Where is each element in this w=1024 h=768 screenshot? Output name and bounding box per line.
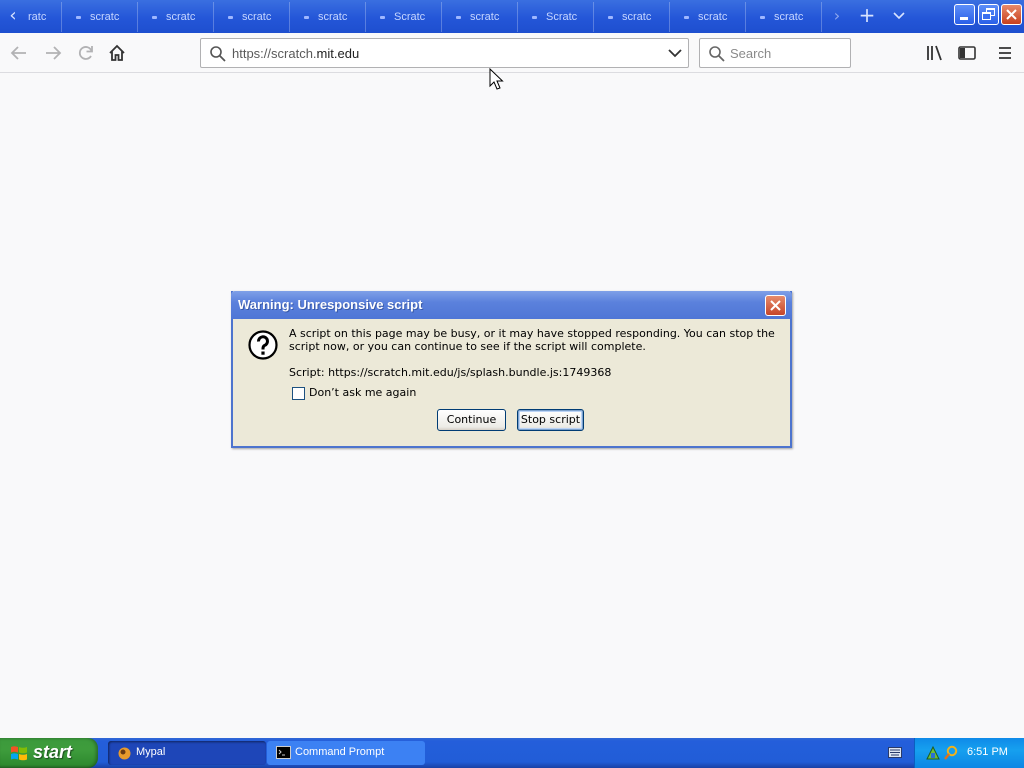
search-icon — [210, 46, 226, 62]
start-label: start — [33, 742, 73, 762]
close-icon — [1006, 9, 1017, 20]
dialog-message: A script on this page may be busy, or it… — [289, 327, 775, 353]
forward-button[interactable] — [39, 39, 67, 67]
tab-label: scratc — [166, 11, 196, 23]
dont-ask-again-checkbox[interactable] — [292, 387, 305, 400]
new-tab-icon[interactable]: + — [856, 4, 878, 28]
tab[interactable]: scratc — [138, 2, 214, 32]
tab[interactable]: scratc — [214, 2, 290, 32]
tab-favicon-icon — [76, 16, 81, 19]
url-text[interactable]: https://scratch.mit.edu — [232, 46, 359, 61]
search-icon[interactable] — [943, 745, 959, 761]
dialog-titlebar[interactable]: Warning: Unresponsive script — [231, 291, 792, 319]
url-prefix: https://scratch. — [232, 46, 317, 61]
tab-label: scratc — [242, 11, 272, 23]
reload-icon — [78, 46, 93, 60]
start-button[interactable]: start — [0, 738, 98, 768]
tab-label: scratc — [774, 11, 804, 23]
restore-icon-front — [982, 12, 991, 20]
tab-favicon-icon — [304, 16, 309, 19]
tab-strip: ‹ ratc scratc scratc scratc scratc Scrat… — [0, 0, 1024, 33]
dont-ask-again-label[interactable]: Don’t ask me again — [309, 386, 416, 399]
system-tray: 6:51 PM — [914, 738, 1024, 768]
tab[interactable]: scratc — [290, 2, 366, 32]
minimize-button[interactable] — [954, 4, 975, 25]
tab[interactable]: Scratc — [518, 2, 594, 32]
command-prompt-icon — [276, 746, 291, 759]
tab-label: scratc — [318, 11, 348, 23]
taskbar-item-label: Command Prompt — [295, 746, 385, 758]
tab[interactable]: scratc — [746, 2, 822, 32]
navigation-toolbar: https://scratch.mit.edu — [0, 33, 1024, 73]
tab[interactable]: scratc — [670, 2, 746, 32]
sidebar-icon — [958, 46, 976, 60]
tab-label: scratc — [470, 11, 500, 23]
tab-favicon-icon — [152, 16, 157, 19]
stop-script-button[interactable]: Stop script — [517, 409, 584, 431]
dialog-script-path: Script: https://scratch.mit.edu/js/splas… — [289, 366, 612, 379]
network-icon[interactable] — [925, 745, 941, 761]
tab-favicon-icon — [380, 16, 385, 19]
taskbar-item-mypal[interactable]: Mypal — [108, 741, 266, 765]
tab-label: scratc — [622, 11, 652, 23]
open-menu-button[interactable] — [993, 41, 1017, 65]
dialog-close-button[interactable] — [765, 295, 786, 316]
tab-list: ratc scratc scratc scratc scratc Scratc … — [22, 2, 828, 32]
tab-favicon-icon — [228, 16, 233, 19]
forward-arrow-icon — [46, 46, 62, 60]
taskbar: start Mypal Command Prompt 6:51 PM — [0, 738, 1024, 768]
list-all-tabs-icon[interactable] — [888, 4, 910, 28]
tab-favicon-icon — [760, 16, 765, 19]
tab[interactable]: scratc — [594, 2, 670, 32]
taskbar-item-label: Mypal — [136, 746, 166, 758]
close-window-button[interactable] — [1001, 4, 1022, 25]
keyboard-icon[interactable] — [888, 747, 902, 758]
hamburger-menu-icon — [999, 47, 1011, 59]
back-arrow-icon — [10, 46, 26, 60]
close-icon — [770, 300, 781, 311]
tab-scroll-right-icon[interactable]: › — [828, 4, 846, 30]
unresponsive-script-dialog: Warning: Unresponsive script A script on… — [231, 291, 792, 448]
url-domain: mit.edu — [316, 46, 360, 61]
continue-button[interactable]: Continue — [437, 409, 506, 431]
tab-label: Scratc — [394, 11, 426, 23]
search-input[interactable] — [730, 43, 846, 63]
sidebar-button[interactable] — [955, 41, 979, 65]
library-button[interactable] — [923, 41, 947, 65]
search-icon — [709, 46, 725, 62]
tab-label: scratc — [698, 11, 728, 23]
restore-button[interactable] — [978, 4, 999, 25]
tab-favicon-icon — [684, 16, 689, 19]
reload-button[interactable] — [72, 39, 100, 67]
search-bar[interactable] — [699, 38, 851, 68]
tab-label: scratc — [90, 11, 120, 23]
tab-label: Scratc — [546, 11, 578, 23]
mouse-pointer-icon — [489, 68, 504, 90]
mypal-icon — [118, 747, 131, 760]
windows-logo-icon — [11, 746, 27, 761]
tab[interactable]: scratc — [62, 2, 138, 32]
minimize-icon — [960, 17, 968, 20]
dialog-title: Warning: Unresponsive script — [238, 297, 423, 312]
tab-label: ratc — [28, 11, 47, 23]
question-mark-icon — [248, 330, 278, 360]
tab[interactable]: scratc — [442, 2, 518, 32]
home-button[interactable] — [103, 39, 131, 67]
tab-favicon-icon — [532, 16, 537, 19]
tab-favicon-icon — [456, 16, 461, 19]
chevron-down-icon[interactable] — [668, 47, 682, 59]
clock: 6:51 PM — [967, 746, 1008, 758]
tab[interactable]: Scratc — [366, 2, 442, 32]
tab[interactable]: ratc — [22, 2, 62, 32]
tab-favicon-icon — [608, 16, 613, 19]
address-bar[interactable]: https://scratch.mit.edu — [200, 38, 689, 68]
home-icon — [109, 44, 125, 61]
back-button[interactable] — [5, 39, 33, 67]
taskbar-item-command-prompt[interactable]: Command Prompt — [267, 741, 425, 765]
library-icon — [927, 45, 942, 61]
